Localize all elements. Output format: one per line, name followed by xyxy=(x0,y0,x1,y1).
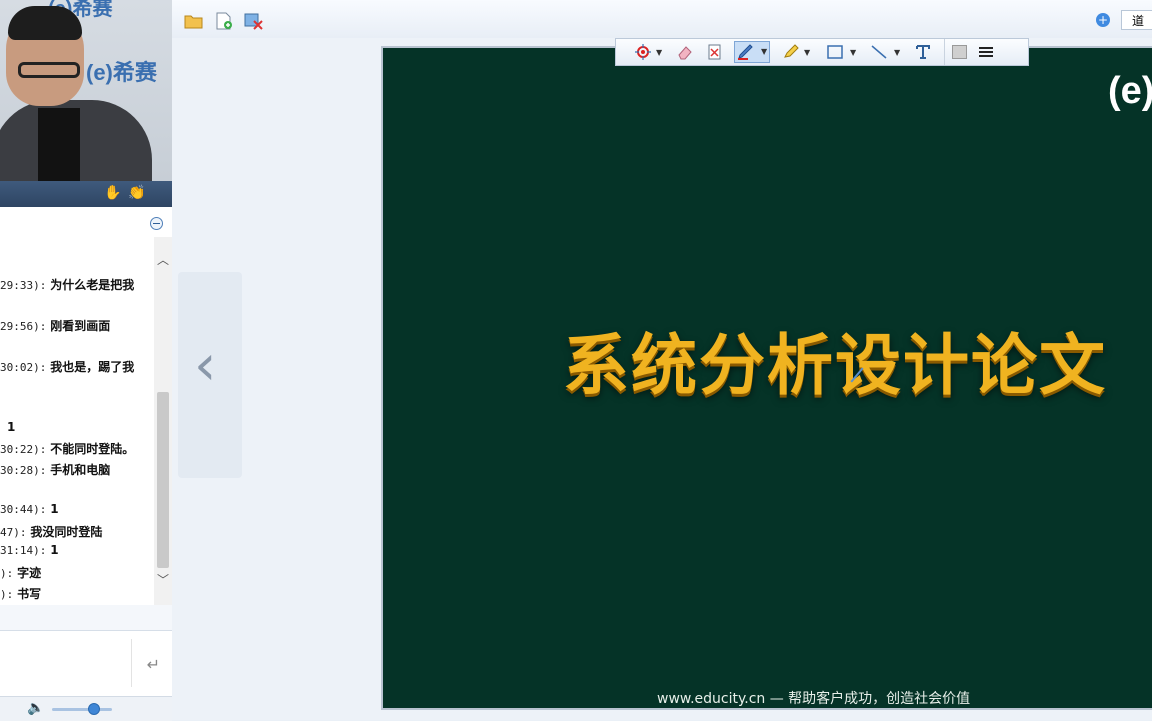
raise-hand-icon[interactable]: ✋ xyxy=(104,185,121,201)
audio-bar: 🔈 xyxy=(0,696,172,721)
chat-panel-top xyxy=(0,207,172,238)
highlighter-icon[interactable] xyxy=(782,44,800,60)
chat-message: 30:22): 不能同时登陆。 xyxy=(0,442,135,456)
document-toolbar: + 道 xyxy=(172,0,1152,39)
chevron-left-icon: ‹ xyxy=(194,333,217,398)
chat-message: ): 书写 xyxy=(0,587,42,601)
rectangle-icon[interactable] xyxy=(826,44,844,60)
dropdown-arrow-icon[interactable]: ▼ xyxy=(656,48,662,57)
chat-message: 29:33): 为什么老是把我 xyxy=(0,278,135,292)
video-brand-logo: (e)希赛 xyxy=(86,60,157,85)
slide-footer: www.educity.cn — 帮助客户成功，创造社会价值 xyxy=(657,691,971,707)
eraser-icon[interactable] xyxy=(676,44,694,60)
volume-slider[interactable] xyxy=(52,708,112,711)
pen-icon xyxy=(738,44,753,60)
clap-icon[interactable]: 👏 xyxy=(128,185,145,201)
line-width-icon[interactable] xyxy=(978,44,994,60)
page-input[interactable]: 道 xyxy=(1121,10,1152,30)
chat-message: 31:14): 1 xyxy=(0,543,59,557)
speaker-icon[interactable]: 🔈 xyxy=(27,700,44,716)
scroll-up-icon[interactable]: ︿ xyxy=(157,251,169,268)
chat-message: 29:56): 刚看到画面 xyxy=(0,319,111,333)
open-folder-icon[interactable] xyxy=(184,12,204,30)
scroll-thumb[interactable] xyxy=(157,392,169,568)
line-icon[interactable] xyxy=(870,44,888,60)
chat-header: ✋ 👏 xyxy=(0,181,172,207)
volume-slider-thumb[interactable] xyxy=(88,703,100,715)
pen-tool-button[interactable]: ▼ xyxy=(734,41,770,63)
chat-message: 30:44): 1 xyxy=(0,502,59,516)
color-swatch[interactable] xyxy=(952,45,967,59)
presenter-shirt xyxy=(38,108,80,181)
toolbar-divider xyxy=(944,39,945,65)
dropdown-arrow-icon[interactable]: ▼ xyxy=(850,48,856,57)
chat-message: 30:02): 我也是，踢了我 xyxy=(0,360,135,374)
left-panel: (e)希赛 (e)希赛 ✋ 👏 29:33): 为什么老是把我 29:56): … xyxy=(0,0,173,721)
drawing-toolbar: ▼ ▼ ▼ ▼ ▼ xyxy=(615,38,1029,66)
dropdown-arrow-icon[interactable]: ▼ xyxy=(804,48,810,57)
presenter-glasses xyxy=(18,62,80,78)
text-tool-icon[interactable] xyxy=(914,44,932,60)
presenter-hair xyxy=(8,6,82,40)
clear-page-icon[interactable] xyxy=(706,44,724,60)
zoom-in-icon[interactable]: + xyxy=(1096,13,1110,27)
collapse-icon[interactable] xyxy=(150,217,163,230)
slide-title: 系统分析设计论文 xyxy=(563,327,1107,404)
send-enter-icon[interactable]: ↵ xyxy=(147,655,160,674)
add-document-icon[interactable] xyxy=(214,12,234,30)
chat-message: 30:28): 手机和电脑 xyxy=(0,463,111,477)
close-document-icon[interactable] xyxy=(244,12,264,30)
slide-logo: (e) xyxy=(1108,70,1152,112)
dropdown-arrow-icon[interactable]: ▼ xyxy=(761,47,767,56)
webcam-video: (e)希赛 (e)希赛 xyxy=(0,0,172,181)
chat-message: 47): 我没同时登陆 xyxy=(0,525,103,539)
chat-log: 29:33): 为什么老是把我 29:56): 刚看到画面 30:02): 我也… xyxy=(0,237,154,605)
dropdown-arrow-icon[interactable]: ▼ xyxy=(894,48,900,57)
chat-scrollbar[interactable]: ︿ ﹀ xyxy=(154,237,172,605)
chat-message: ): 字迹 xyxy=(0,566,42,580)
presentation-slide: (e) 系统分析设计论文 www.educity.cn — 帮助客户成功，创造社… xyxy=(381,46,1152,710)
chat-message: 1 xyxy=(7,420,16,434)
pointer-laser-icon[interactable] xyxy=(634,44,652,60)
input-divider xyxy=(131,639,132,687)
prev-slide-button[interactable]: ‹ xyxy=(178,272,242,478)
chat-input[interactable]: ↵ xyxy=(0,630,172,697)
scroll-down-icon[interactable]: ﹀ xyxy=(157,571,169,588)
